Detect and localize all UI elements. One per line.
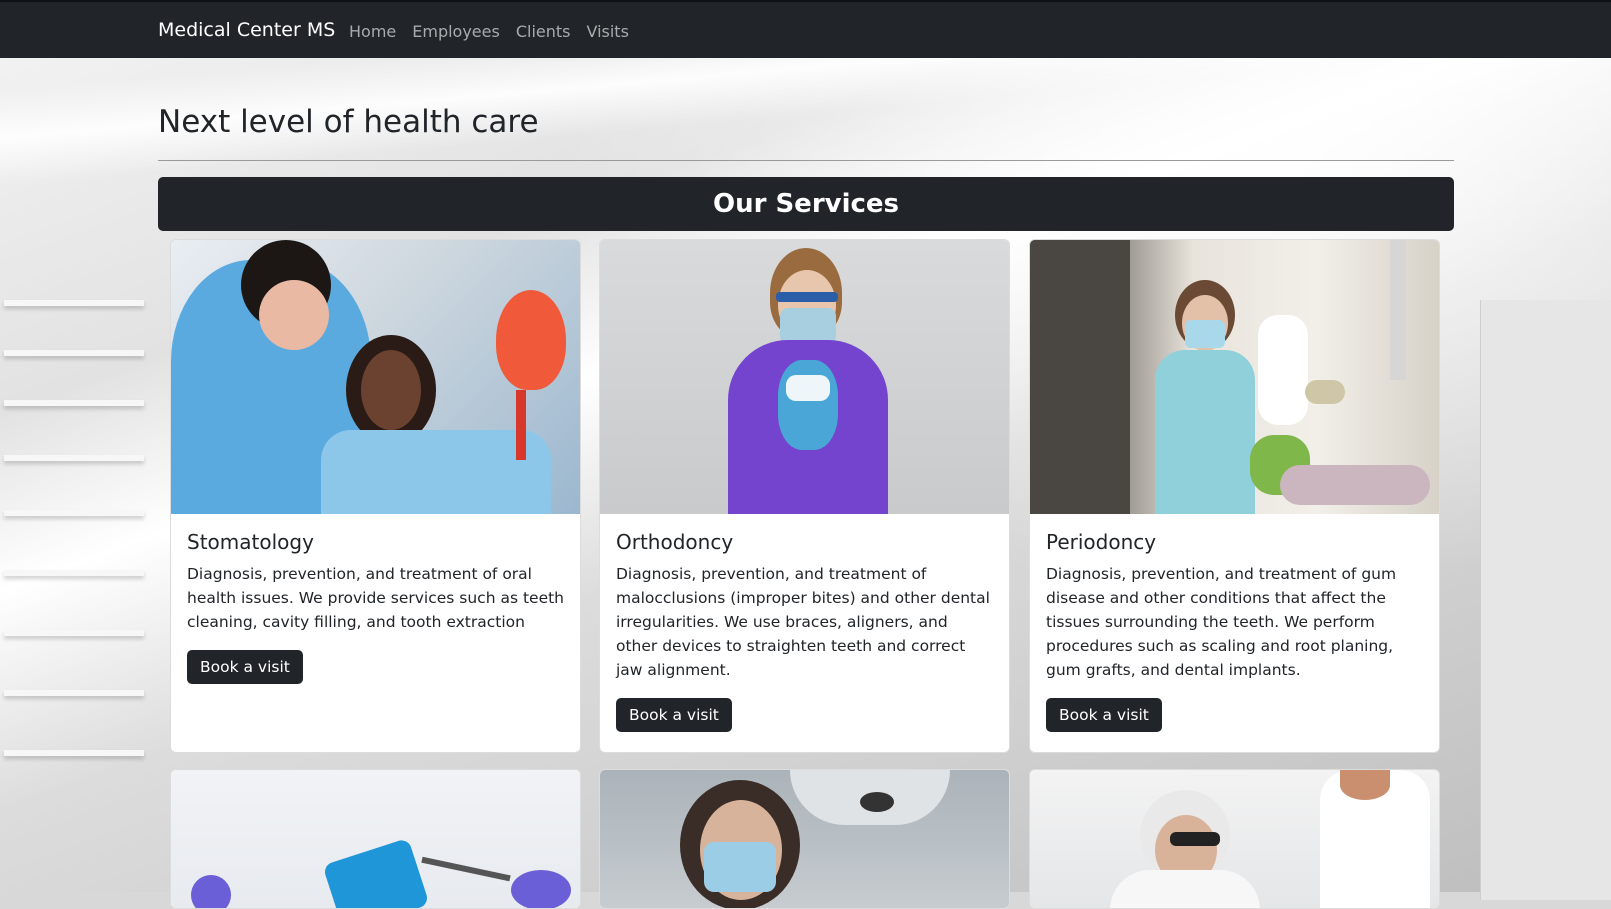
service-title: Stomatology — [187, 530, 314, 554]
orthodoncy-image — [600, 240, 1009, 514]
service-description: Diagnosis, prevention, and treatment of … — [187, 565, 565, 631]
nav-links: Home Employees Clients Visits — [349, 22, 629, 41]
background-panel — [1480, 300, 1611, 900]
divider — [158, 160, 1454, 161]
nav-link-home[interactable]: Home — [349, 22, 396, 41]
service-title: Periodoncy — [1046, 530, 1157, 554]
service-description: Diagnosis, prevention, and treatment of … — [1046, 565, 1397, 679]
nav-link-clients[interactable]: Clients — [516, 22, 571, 41]
periodoncy-image — [1030, 240, 1439, 514]
service-card-orthodoncy: Orthodoncy Diagnosis, prevention, and tr… — [599, 239, 1010, 753]
stomatology-image — [171, 240, 580, 514]
service-card-6 — [1029, 769, 1440, 909]
service-card-stomatology: Stomatology Diagnosis, prevention, and t… — [170, 239, 581, 753]
service-card-5 — [599, 769, 1010, 909]
service-description: Diagnosis, prevention, and treatment of … — [616, 565, 990, 679]
service-image-6 — [1030, 770, 1439, 908]
navbar-brand[interactable]: Medical Center MS — [158, 19, 335, 41]
service-image-4 — [171, 770, 580, 908]
book-visit-button[interactable]: Book a visit — [1046, 698, 1162, 732]
service-title: Orthodoncy — [616, 530, 734, 554]
services-header: Our Services — [158, 177, 1454, 231]
nav-link-visits[interactable]: Visits — [586, 22, 628, 41]
background-shelves — [0, 280, 150, 900]
service-card-4 — [170, 769, 581, 909]
page-heading: Next level of health care — [158, 104, 539, 140]
services-title: Our Services — [712, 189, 900, 219]
book-visit-button[interactable]: Book a visit — [616, 698, 732, 732]
book-visit-button[interactable]: Book a visit — [187, 650, 303, 684]
navbar: Medical Center MS Home Employees Clients… — [0, 0, 1611, 58]
nav-link-employees[interactable]: Employees — [412, 22, 500, 41]
service-image-5 — [600, 770, 1009, 908]
service-card-periodoncy: Periodoncy Diagnosis, prevention, and tr… — [1029, 239, 1440, 753]
